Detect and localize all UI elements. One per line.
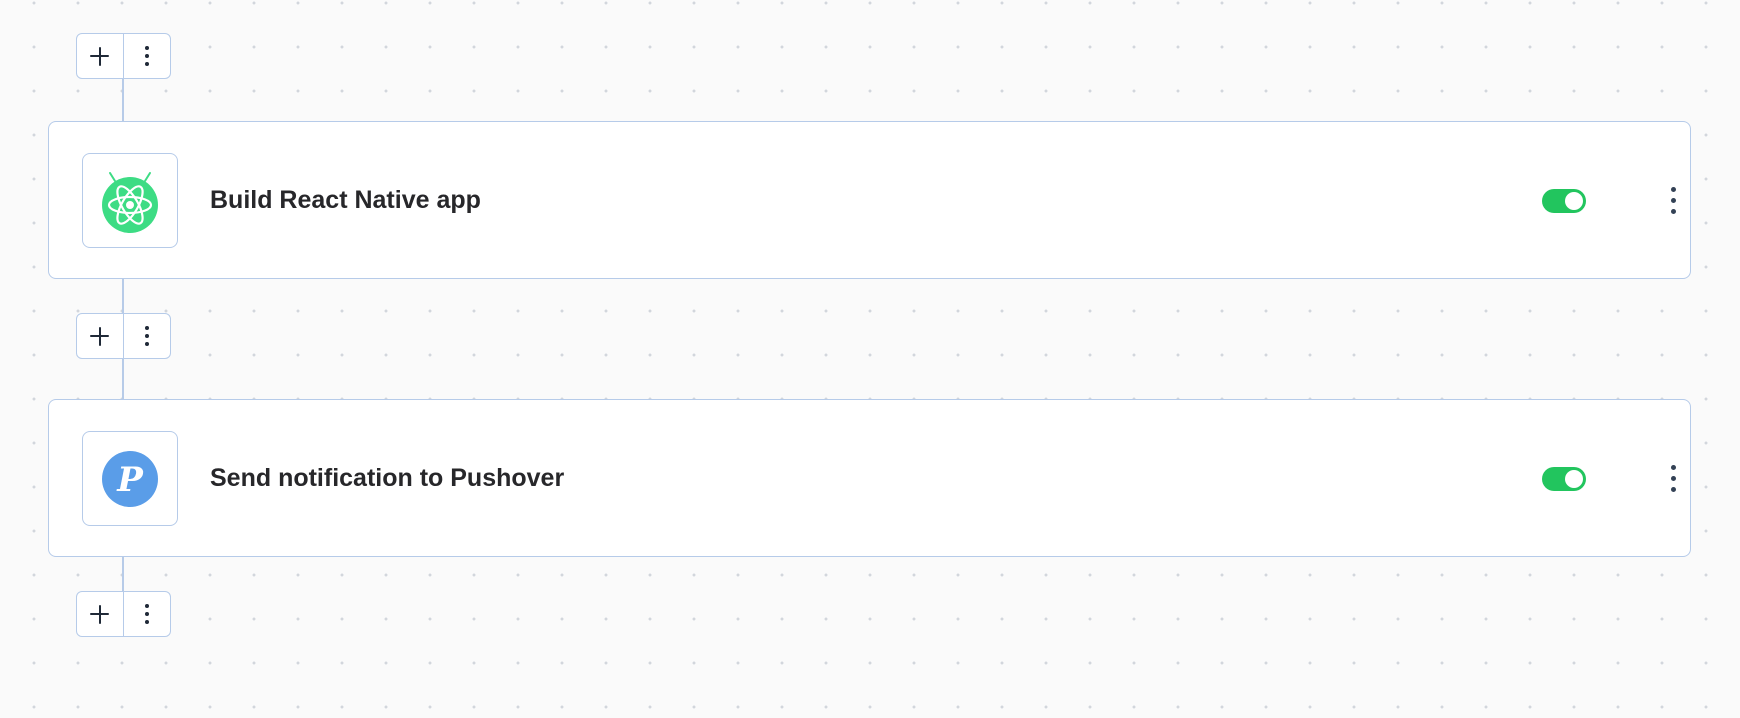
pushover-glyph: P xyxy=(116,460,144,500)
plus-icon xyxy=(90,604,110,624)
step-enabled-toggle[interactable] xyxy=(1542,467,1586,491)
workflow-connector-line xyxy=(122,357,124,400)
add-step-button[interactable] xyxy=(77,34,124,78)
step-app-icon xyxy=(82,153,178,248)
add-step-group xyxy=(76,313,171,359)
workflow-step-card[interactable]: P Send notification to Pushover xyxy=(48,399,1691,557)
step-options-button[interactable] xyxy=(124,314,171,358)
vertical-dots-icon xyxy=(144,326,149,346)
step-menu-button[interactable] xyxy=(1663,180,1683,220)
step-title: Send notification to Pushover xyxy=(210,463,565,492)
add-step-group xyxy=(76,591,171,637)
workflow-connector-line xyxy=(122,78,124,121)
vertical-dots-icon xyxy=(144,604,149,624)
pushover-icon: P xyxy=(102,450,158,507)
step-menu-button[interactable] xyxy=(1663,458,1683,498)
toggle-knob xyxy=(1565,470,1583,488)
add-step-group xyxy=(76,33,171,79)
react-native-android-icon xyxy=(102,171,158,233)
step-title: Build React Native app xyxy=(210,185,481,214)
workflow-connector-line xyxy=(122,279,124,314)
toggle-knob xyxy=(1565,192,1583,210)
plus-icon xyxy=(90,46,110,66)
workflow-step-card[interactable]: Build React Native app xyxy=(48,121,1691,279)
vertical-dots-icon xyxy=(144,46,149,66)
step-options-button[interactable] xyxy=(124,592,171,636)
step-enabled-toggle[interactable] xyxy=(1542,189,1586,213)
plus-icon xyxy=(90,326,110,346)
step-options-button[interactable] xyxy=(124,34,171,78)
workflow-connector-line xyxy=(122,557,124,592)
step-app-icon: P xyxy=(82,431,178,526)
add-step-button[interactable] xyxy=(77,592,124,636)
add-step-button[interactable] xyxy=(77,314,124,358)
